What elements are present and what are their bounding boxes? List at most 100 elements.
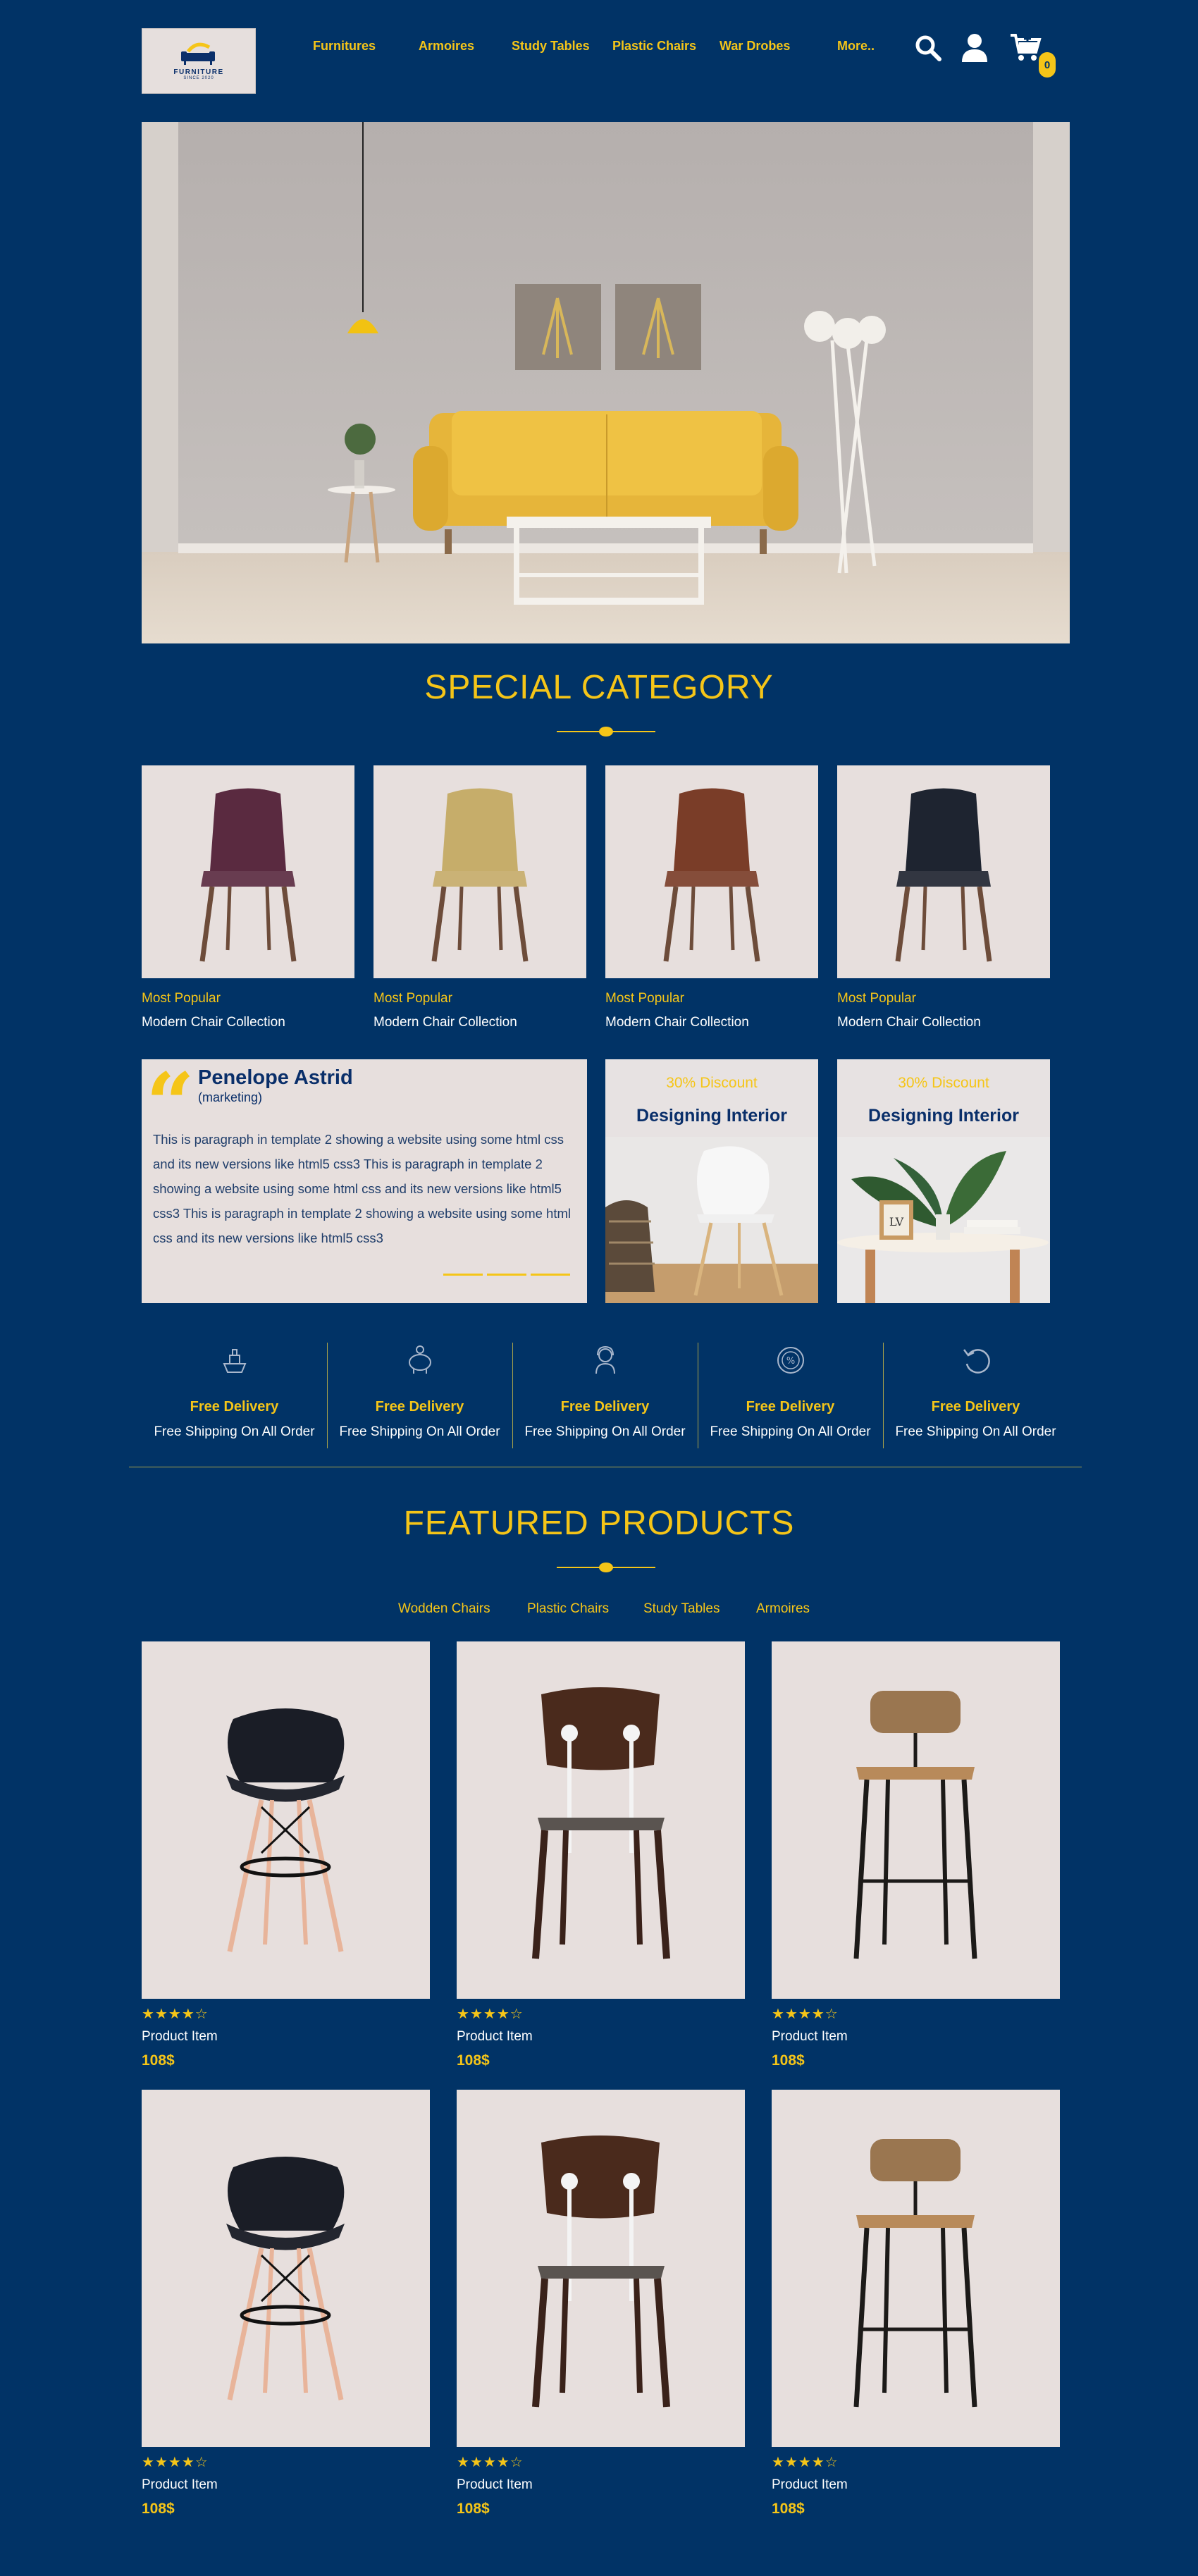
logo-subtext: SINCE 2020 — [183, 76, 214, 80]
category-tag: Most Popular — [373, 991, 452, 1006]
cart-icon[interactable] — [1008, 31, 1042, 65]
category-name[interactable]: Modern Chair Collection — [142, 1015, 285, 1030]
star-filled-icon: ★ — [772, 2455, 784, 2470]
category-name[interactable]: Modern Chair Collection — [605, 1015, 749, 1030]
discount-percent: 30% Discount — [898, 1075, 989, 1091]
product-image[interactable] — [772, 2090, 1060, 2447]
tab-plastic-chairs[interactable]: Plastic Chairs — [527, 1601, 609, 1617]
testimonial-role: (marketing) — [198, 1090, 263, 1104]
product-rating: ★ ★ ★ ★ ☆ — [142, 2455, 208, 2470]
star-filled-icon: ★ — [457, 2455, 469, 2470]
cart-count-badge: 0 — [1039, 52, 1056, 78]
testimonial-name: Penelope Astrid — [198, 1066, 353, 1089]
category-name[interactable]: Modern Chair Collection — [837, 1015, 981, 1030]
feature-item: Free Delivery Free Shipping On All Order — [327, 1343, 512, 1448]
product-name[interactable]: Product Item — [142, 2029, 218, 2045]
ship-icon — [223, 1349, 247, 1373]
feature-item: % Free Delivery Free Shipping On All Ord… — [698, 1343, 883, 1448]
category-card-image[interactable] — [373, 765, 586, 978]
category-tag: Most Popular — [605, 991, 684, 1006]
product-chair-image — [226, 2157, 345, 2401]
tab-wodden-chairs[interactable]: Wodden Chairs — [398, 1601, 490, 1617]
product-name[interactable]: Product Item — [457, 2029, 533, 2045]
feature-subtitle: Free Shipping On All Order — [895, 1424, 1056, 1439]
discount-card-1[interactable]: 30% Discount Designing Interior — [605, 1059, 818, 1303]
hero-living-room-image — [142, 122, 1070, 643]
main-nav: Furnitures Armoires Study Tables Plastic… — [289, 39, 888, 60]
logo-text: FURNITURE — [173, 68, 224, 76]
product-image[interactable] — [457, 2090, 745, 2447]
svg-text:LV: LV — [889, 1215, 904, 1228]
product-rating: ★ ★ ★ ★ ☆ — [142, 2007, 208, 2022]
category-card-image[interactable] — [605, 765, 818, 978]
nav-more[interactable]: More.. — [837, 39, 875, 54]
product-price: 108$ — [772, 2052, 805, 2069]
product-image[interactable] — [457, 1641, 745, 1999]
star-filled-icon: ★ — [798, 2455, 811, 2470]
testimonial-text: This is paragraph in template 2 showing … — [153, 1132, 571, 1245]
product-rating: ★ ★ ★ ★ ☆ — [772, 2455, 838, 2470]
product-chair-image — [853, 2139, 977, 2408]
category-name[interactable]: Modern Chair Collection — [373, 1015, 517, 1030]
star-empty-icon: ☆ — [510, 2455, 523, 2470]
star-filled-icon: ★ — [469, 2007, 483, 2022]
star-empty-icon: ☆ — [825, 2455, 838, 2470]
nav-armoires[interactable]: Armoires — [419, 39, 474, 54]
star-empty-icon: ☆ — [825, 2007, 838, 2022]
category-tag: Most Popular — [142, 991, 221, 1006]
feature-subtitle: Free Shipping On All Order — [524, 1424, 686, 1439]
category-card-image[interactable] — [142, 765, 354, 978]
star-filled-icon: ★ — [469, 2455, 483, 2470]
testimonial-card: “ Penelope Astrid (marketing) This is pa… — [142, 1059, 587, 1303]
product-image[interactable] — [142, 1641, 430, 1999]
tab-study-tables[interactable]: Study Tables — [643, 1601, 720, 1617]
feature-item: Free Delivery Free Shipping On All Order — [142, 1343, 327, 1448]
star-filled-icon: ★ — [168, 2455, 181, 2470]
feature-item: Free Delivery Free Shipping On All Order — [512, 1343, 698, 1448]
product-price: 108$ — [457, 2501, 490, 2517]
search-icon[interactable] — [911, 31, 945, 65]
star-filled-icon: ★ — [811, 2455, 825, 2470]
star-filled-icon: ★ — [483, 2007, 496, 2022]
product-price: 108$ — [457, 2052, 490, 2069]
nav-war-drobes[interactable]: War Drobes — [720, 39, 790, 54]
star-filled-icon: ★ — [784, 2455, 798, 2470]
feature-title: Free Delivery — [746, 1399, 835, 1415]
product-rating: ★ ★ ★ ★ ☆ — [772, 2007, 838, 2022]
product-chair-image — [532, 1687, 670, 1959]
testimonial-pager[interactable] — [443, 1274, 570, 1276]
product-name[interactable]: Product Item — [457, 2477, 533, 2493]
tab-armoires[interactable]: Armoires — [756, 1601, 810, 1617]
star-filled-icon: ★ — [168, 2007, 181, 2022]
feature-title: Free Delivery — [560, 1399, 650, 1415]
star-filled-icon: ★ — [457, 2007, 469, 2022]
feature-separator — [512, 1343, 513, 1448]
special-category-title: SPECIAL CATEGORY — [424, 669, 774, 706]
nav-plastic-chairs[interactable]: Plastic Chairs — [612, 39, 696, 54]
star-filled-icon: ★ — [772, 2007, 784, 2022]
title-divider — [557, 1563, 655, 1572]
product-price: 108$ — [142, 2501, 175, 2517]
nav-study-tables[interactable]: Study Tables — [512, 39, 590, 54]
product-image[interactable] — [772, 1641, 1060, 1999]
user-icon[interactable] — [958, 31, 992, 65]
product-rating: ★ ★ ★ ★ ☆ — [457, 2007, 523, 2022]
category-card-image[interactable] — [837, 765, 1050, 978]
logo[interactable]: FURNITURE SINCE 2020 — [142, 28, 256, 94]
product-price: 108$ — [772, 2501, 805, 2517]
feature-title: Free Delivery — [931, 1399, 1020, 1415]
discount-title: Designing Interior — [636, 1106, 787, 1126]
product-rating: ★ ★ ★ ★ ☆ — [457, 2455, 523, 2470]
product-price: 108$ — [142, 2052, 175, 2069]
feature-title: Free Delivery — [375, 1399, 464, 1415]
product-name[interactable]: Product Item — [772, 2477, 848, 2493]
product-image[interactable] — [142, 2090, 430, 2447]
product-name[interactable]: Product Item — [772, 2029, 848, 2045]
product-name[interactable]: Product Item — [142, 2477, 218, 2493]
product-chair-image — [853, 1691, 977, 1959]
discount-card-2[interactable]: 30% Discount Designing Interior LV — [837, 1059, 1050, 1303]
star-filled-icon: ★ — [496, 2007, 510, 2022]
nav-furnitures[interactable]: Furnitures — [313, 39, 376, 54]
star-filled-icon: ★ — [483, 2455, 496, 2470]
chair-image — [199, 788, 297, 962]
